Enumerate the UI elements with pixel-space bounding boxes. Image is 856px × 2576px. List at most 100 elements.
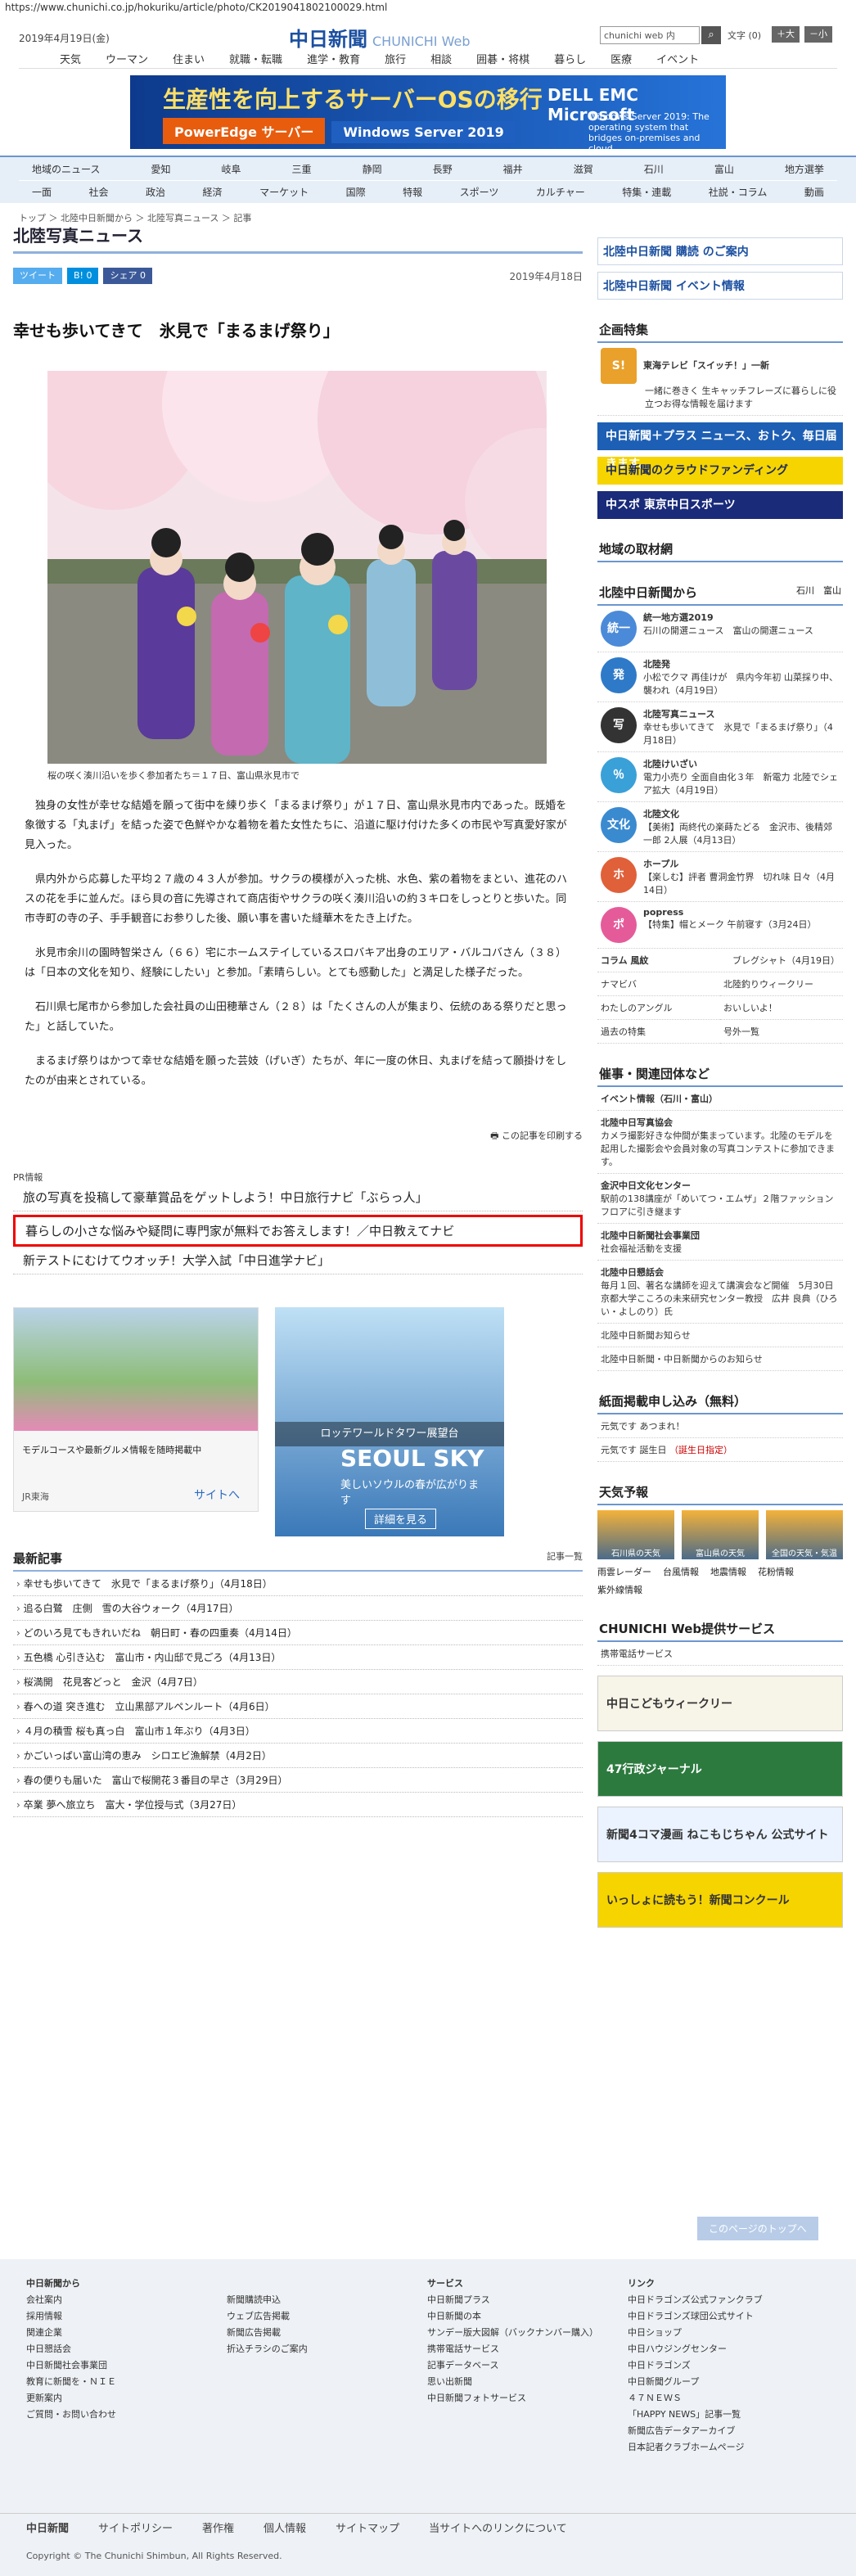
latest-more-link[interactable]: 記事一覧 xyxy=(547,1550,583,1567)
global-nav-item[interactable]: イベント xyxy=(656,51,699,66)
footer-link[interactable]: 中日ドラゴンズ公式ファンクラブ xyxy=(628,2292,828,2308)
global-nav-item[interactable]: 医療 xyxy=(610,51,632,66)
weather-box[interactable]: 石川県の天気 xyxy=(597,1510,674,1559)
region-nav-item[interactable]: 愛知 xyxy=(151,162,170,176)
promo-banner[interactable]: 新聞4コマ漫画 ねこもじちゃん 公式サイト xyxy=(597,1807,843,1862)
footer-link[interactable]: 思い出新聞 xyxy=(427,2374,628,2390)
global-nav-item[interactable]: 囲碁・将棋 xyxy=(476,51,529,66)
footer-logo[interactable]: 中日新聞 xyxy=(26,2520,69,2535)
footer-link[interactable]: 中日ハウジングセンター xyxy=(628,2341,828,2357)
footer-link[interactable]: 「HAPPY NEWS」記事一覧 xyxy=(628,2407,828,2423)
region-nav-item[interactable]: 地方選挙 xyxy=(785,162,824,176)
global-nav-item[interactable]: 就職・転職 xyxy=(229,51,282,66)
footer-link[interactable]: 新聞広告データアーカイブ xyxy=(628,2423,828,2439)
footer-link[interactable]: 更新案内 xyxy=(26,2390,227,2407)
search-input[interactable]: chunichi web 内 xyxy=(600,26,700,44)
footer-link[interactable]: 会社案内 xyxy=(26,2292,227,2308)
weather-link[interactable]: 雨雲レーダー xyxy=(597,1563,651,1581)
global-nav-item[interactable]: 旅行 xyxy=(385,51,406,66)
pr-item-shingaku[interactable]: 新テストにむけてウオッチ！大学入試「中日進学ナビ」 xyxy=(13,1247,583,1274)
category-nav-item[interactable]: 社会 xyxy=(89,185,109,199)
ad-jr-tokai[interactable]: 広告 モデルコースや最新グルメ情報を随時掲載中 JR東海 サイトへ xyxy=(13,1307,259,1512)
footer-link[interactable]: ご質問・お問い合わせ xyxy=(26,2407,227,2423)
region-nav-item[interactable]: 福井 xyxy=(503,162,523,176)
footer-bar-link[interactable]: 個人情報 xyxy=(264,2520,306,2535)
banner-chuspo[interactable]: 中スポ 東京中日スポーツ xyxy=(597,491,843,519)
ad-btn-windows[interactable]: Windows Server 2019 xyxy=(331,121,516,143)
promo-banner[interactable]: いっしょに読もう！新聞コンクール xyxy=(597,1872,843,1928)
footer-link[interactable]: 中日ショップ xyxy=(628,2325,828,2341)
footer-link[interactable]: 携帯電話サービス xyxy=(427,2341,628,2357)
hatena-button[interactable]: B! 0 xyxy=(67,268,99,284)
group-item[interactable]: 北陸中日新聞社会事業団 社会福祉活動を支援 xyxy=(597,1224,843,1261)
region-nav-item[interactable]: 岐阜 xyxy=(221,162,241,176)
footer-bar-link[interactable]: 著作権 xyxy=(202,2520,234,2535)
footer-link[interactable]: 中日ドラゴンズ xyxy=(628,2357,828,2374)
weather-link[interactable]: 紫外線情報 xyxy=(597,1581,642,1599)
paper-item-atsumare[interactable]: 元気です あつまれ！ xyxy=(597,1414,843,1438)
footer-bar-link[interactable]: サイトマップ xyxy=(336,2520,399,2535)
latest-article-link[interactable]: 春への道 突き進む 立山黒部アルペンルート（4月6日） xyxy=(13,1694,583,1719)
font-minus-button[interactable]: －小 xyxy=(804,26,832,43)
subscribe-link[interactable]: 北陸中日新聞 購読 のご案内 xyxy=(597,237,843,265)
category-nav-item[interactable]: 社説・コラム xyxy=(709,185,768,199)
footer-link[interactable]: 折込チラシのご案内 xyxy=(227,2341,427,2357)
footer-link[interactable]: 中日新聞フォトサービス xyxy=(427,2390,628,2407)
weather-link[interactable]: 台風情報 xyxy=(663,1563,699,1581)
footer-link[interactable]: 記事データベース xyxy=(427,2357,628,2374)
promo-banner[interactable]: 47行政ジャーナル xyxy=(597,1741,843,1797)
banner-crowdfunding[interactable]: 中日新聞のクラウドファンディング xyxy=(597,457,843,485)
footer-link[interactable]: 日本記者クラブホームページ xyxy=(628,2439,828,2456)
region-nav-item[interactable]: 長野 xyxy=(433,162,453,176)
weather-link[interactable]: 地震情報 xyxy=(710,1563,746,1581)
latest-article-link[interactable]: 桜満開 花見客どっと 金沢（4月7日） xyxy=(13,1670,583,1694)
pr-item-oshiete-navi[interactable]: 暮らしの小さな悩みや疑問に専門家が無料でお答えします！／中日教えてナビ xyxy=(13,1215,583,1247)
quick-link[interactable]: ナマビバ xyxy=(597,972,720,996)
footer-bar-link[interactable]: 当サイトへのリンクについて xyxy=(429,2520,567,2535)
global-nav-item[interactable]: 相談 xyxy=(430,51,452,66)
search-icon[interactable]: ⌕ xyxy=(701,26,721,44)
pr-item-travel[interactable]: 旅の写真を投稿して豪華賞品をゲットしよう！中日旅行ナビ「ぶらっ人」 xyxy=(13,1184,583,1211)
hokuriku-item[interactable]: 統一 統一地方選2019 石川の開選ニュース 富山の開選ニュース xyxy=(597,606,843,652)
region-nav-item[interactable]: 三重 xyxy=(292,162,312,176)
category-nav-item[interactable]: 特集・連載 xyxy=(622,185,671,199)
latest-article-link[interactable]: 卒業 夢へ旅立ち 富大・学位授与式（3月27日） xyxy=(13,1793,583,1817)
footer-link[interactable]: ウェブ広告掲載 xyxy=(227,2308,427,2325)
tab-toyama[interactable]: 富山 xyxy=(823,585,841,596)
feature-item[interactable]: S! 東海テレビ「スイッチ！」一新 一緒に巻きく 生キャッチフレーズに暮らしに役立つ… xyxy=(597,343,843,416)
footer-link[interactable]: 中日新聞社会事業団 xyxy=(26,2357,227,2374)
ad-btn-poweredge[interactable]: PowerEdge サーバー xyxy=(163,118,326,144)
latest-article-link[interactable]: 追る白鷺 庄側 雪の大谷ウォーク（4月17日） xyxy=(13,1596,583,1621)
mobile-service-link[interactable]: 携帯電話サービス xyxy=(597,1642,843,1666)
latest-article-link[interactable]: ４月の積雪 桜も真っ白 富山市１年ぶり（4月3日） xyxy=(13,1719,583,1744)
quick-link[interactable]: わたしのアングル xyxy=(597,996,720,1020)
global-nav-item[interactable]: 暮らし xyxy=(554,51,586,66)
tweet-button[interactable]: ツイート xyxy=(13,268,62,284)
category-nav-item[interactable]: カルチャー xyxy=(536,185,585,199)
category-nav-item[interactable]: スポーツ xyxy=(460,185,499,199)
font-plus-button[interactable]: ＋大 xyxy=(772,26,800,43)
weather-link[interactable]: 花粉情報 xyxy=(758,1563,794,1581)
region-nav-item[interactable]: 静岡 xyxy=(363,162,382,176)
region-nav-item[interactable]: 地域のニュース xyxy=(32,162,100,176)
hokuriku-item[interactable]: 発北陸発 小松でクマ 再佳けが 県内今年初 山菜採り中、襲われ（4月19日） xyxy=(597,652,843,702)
ad-seoul-sky[interactable]: ロッテワールドタワー展望台 SEOUL SKY 美しいソウルの春が広がります 詳… xyxy=(275,1307,504,1536)
footer-link[interactable]: 中日懇話会 xyxy=(26,2341,227,2357)
latest-article-link[interactable]: かごいっぱい富山湾の恵み シロエビ漁解禁（4月2日） xyxy=(13,1744,583,1768)
quick-link[interactable]: 号外一覧 xyxy=(720,1020,843,1044)
footer-link[interactable]: ４７ＮＥＷＳ xyxy=(628,2390,828,2407)
region-nav-item[interactable]: 石川 xyxy=(644,162,664,176)
ad-site-link[interactable]: サイトへ xyxy=(194,1487,240,1503)
global-nav-item[interactable]: 天気 xyxy=(60,51,81,66)
group-link[interactable]: 北陸中日新聞・中日新聞からのお知らせ xyxy=(597,1347,843,1371)
latest-article-link[interactable]: どのいろ見てもきれいだね 朝日町・春の四重奏（4月14日） xyxy=(13,1621,583,1645)
group-item[interactable]: 北陸中日懇話会 毎月１回、著名な講師を迎えて講演会など開催 5月30日 京都大学こ… xyxy=(597,1261,843,1324)
hokuriku-item[interactable]: ホホープル 【楽しむ】評者 曹洞金竹界 切れ味 日々（4月14日） xyxy=(597,852,843,902)
footer-link[interactable]: 新聞広告掲載 xyxy=(227,2325,427,2341)
paper-item-birthday[interactable]: 元気です 誕生日 （誕生日指定） xyxy=(597,1438,843,1462)
tab-ishikawa[interactable]: 石川 xyxy=(796,585,814,596)
footer-link[interactable]: 中日新聞グループ xyxy=(628,2374,828,2390)
event-info-link[interactable]: イベント情報（石川・富山） xyxy=(597,1087,843,1111)
local-title[interactable]: 地域の取材網 xyxy=(597,537,843,562)
global-nav-item[interactable]: 住まい xyxy=(173,51,205,66)
